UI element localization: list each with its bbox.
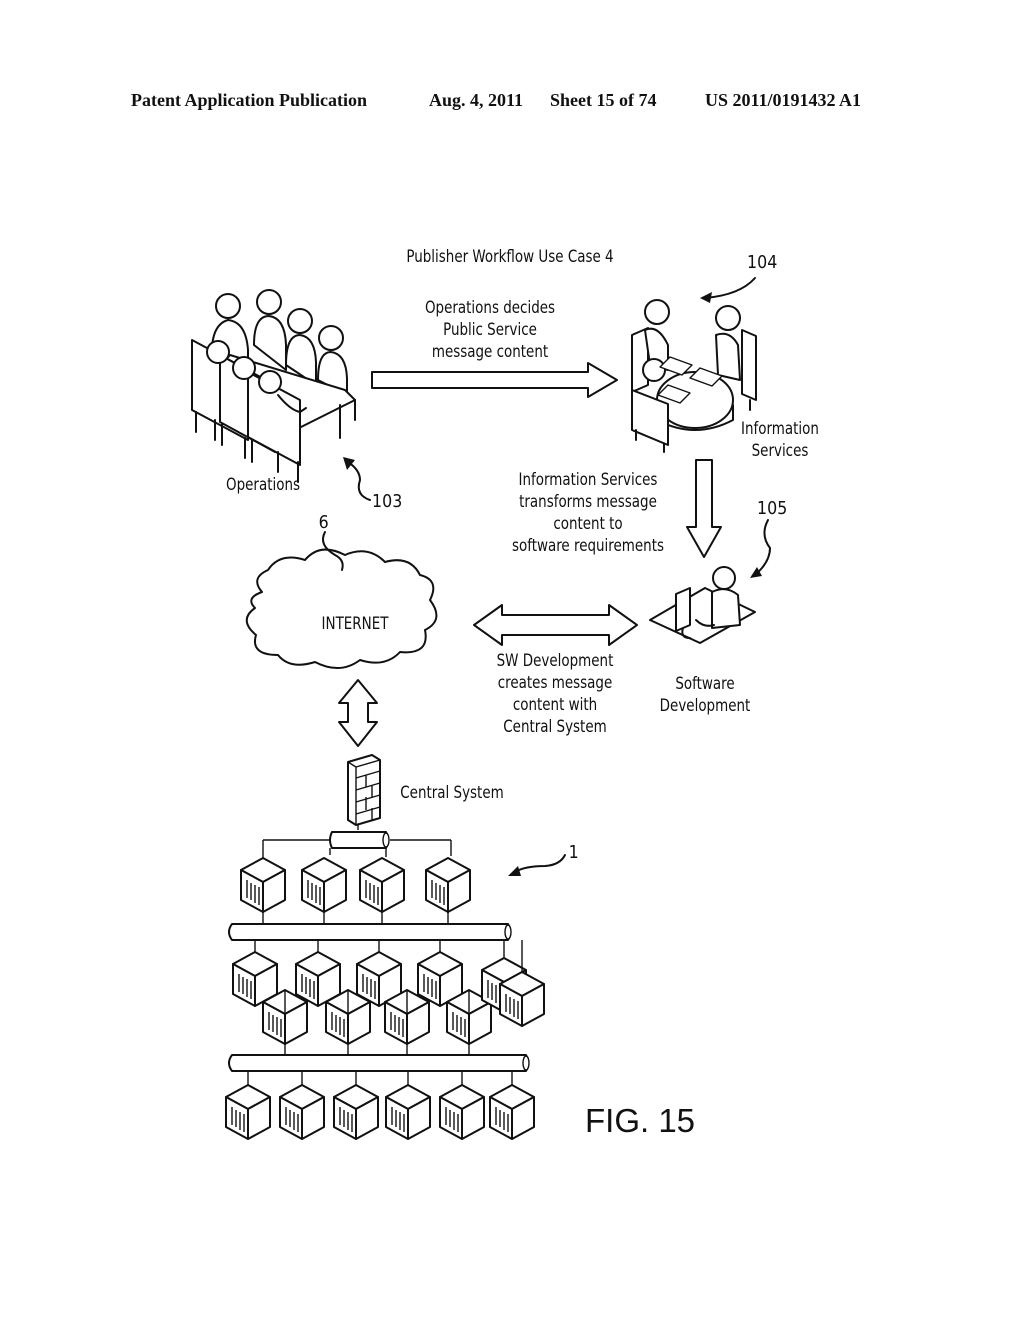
node-label-line: Services [751, 441, 809, 461]
edge-label-line: Operations decides [424, 298, 556, 318]
arrowhead-1 [508, 866, 521, 876]
server-icon [439, 1071, 485, 1140]
edge-label-ops-to-info: Operations decides Public Service messag… [402, 297, 578, 363]
server-icon [425, 857, 471, 913]
node-label-line: Software [675, 674, 735, 694]
server-icon [225, 1071, 271, 1140]
server-icon [262, 989, 308, 1055]
server-icon [325, 989, 371, 1055]
edge-label-line: content with [512, 695, 598, 715]
server-icon [232, 940, 278, 1007]
ref-number-1: 1 [568, 842, 579, 863]
server-icon [417, 940, 463, 1007]
ref-number-104: 104 [747, 252, 778, 273]
server-icon [301, 857, 347, 913]
edge-label-line: Information Services [518, 470, 658, 490]
edge-label-sw-internet: SW Development creates message content w… [480, 650, 630, 738]
server-icon [240, 857, 286, 913]
leader-arrow-104 [704, 277, 756, 299]
network-bus-bottom [228, 1054, 530, 1072]
diagram-title: Publisher Workflow Use Case 4 [406, 247, 614, 267]
edge-label-line: content to [553, 514, 623, 534]
operations-meeting-icon [191, 289, 356, 483]
server-icon [385, 1071, 431, 1140]
server-icon [333, 1071, 379, 1140]
server-icon [295, 940, 341, 1007]
node-label-operations: Operations [225, 475, 301, 495]
arrow-info-to-sw [686, 459, 722, 558]
node-label-information-services: Information Services [736, 418, 824, 462]
edge-label-line: creates message [497, 673, 613, 693]
firewall-icon [347, 754, 381, 830]
arrow-ops-to-info [371, 362, 618, 398]
arrowhead-104 [700, 292, 712, 303]
edge-label-line: software requirements [511, 536, 664, 556]
server-icon [359, 857, 405, 913]
ref-number-103: 103 [372, 491, 403, 512]
server-icon [489, 1071, 535, 1140]
leader-arrow-1 [514, 854, 566, 873]
edge-label-line: Public Service [443, 320, 537, 340]
node-label-line: Development [659, 696, 751, 716]
ref-number-6: 6 [318, 512, 329, 533]
node-label-software-development: Software Development [657, 673, 754, 717]
server-icon [499, 940, 545, 1027]
ref-number-105: 105 [757, 498, 788, 519]
arrowhead-103 [343, 457, 355, 470]
leader-arrow-105 [754, 519, 771, 576]
edge-label-line: transforms message [519, 492, 657, 512]
edge-label-line: SW Development [496, 651, 614, 671]
server-icon [384, 989, 430, 1055]
edge-label-line: message content [431, 342, 549, 362]
node-label-internet: INTERNET [321, 614, 389, 634]
server-farm [225, 857, 545, 1140]
network-bus-middle [228, 923, 512, 941]
network-bus-top [262, 831, 452, 858]
leader-arrow-103 [347, 461, 371, 501]
node-label-line: Information [741, 419, 819, 439]
software-developer-icon [649, 566, 756, 644]
edge-label-info-to-sw: Information Services transforms message … [504, 469, 671, 557]
server-icon [279, 1071, 325, 1140]
edge-label-line: Central System [503, 717, 607, 737]
arrow-internet-sw [473, 604, 638, 646]
node-label-central-system: Central System [400, 783, 504, 803]
figure-label: FIG. 15 [585, 1102, 696, 1139]
arrow-internet-central [338, 679, 378, 747]
